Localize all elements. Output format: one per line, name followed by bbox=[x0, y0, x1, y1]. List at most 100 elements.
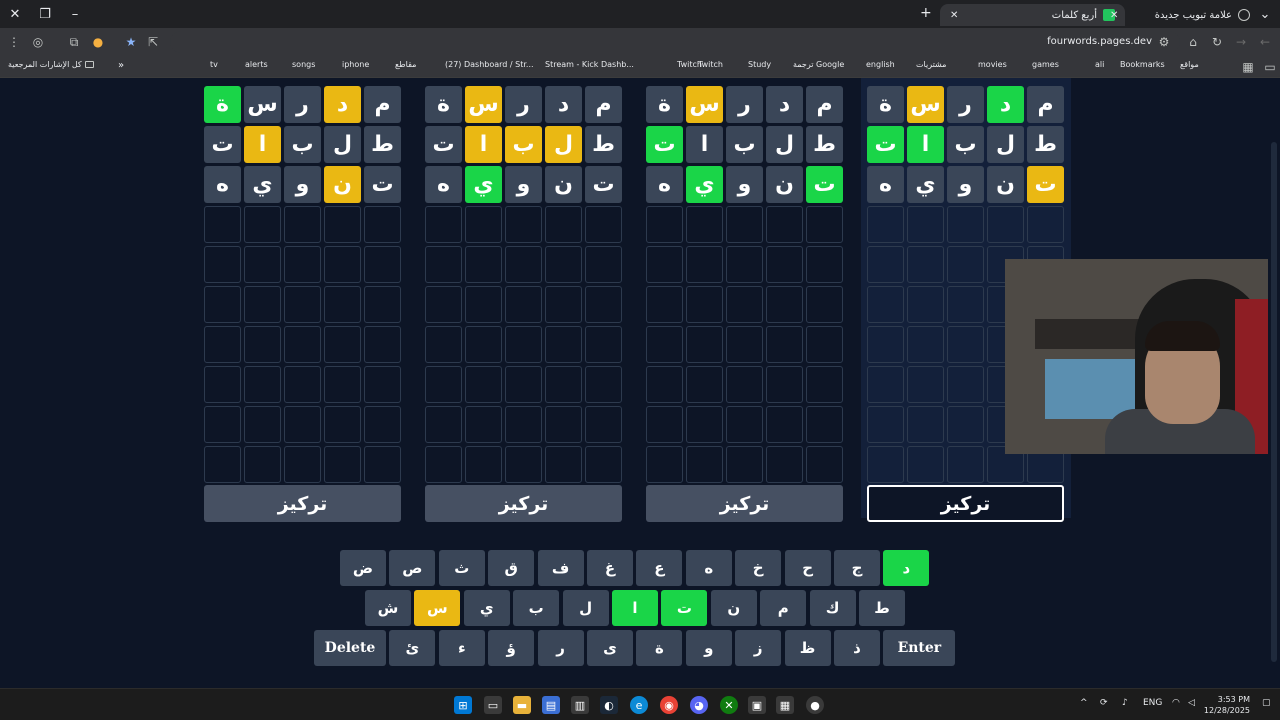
extension-icon[interactable]: ● bbox=[90, 34, 106, 50]
key[interactable]: ل bbox=[562, 590, 609, 626]
tab-search-icon[interactable]: ⌄ bbox=[1250, 0, 1280, 28]
focus-button[interactable]: تركيز bbox=[646, 485, 843, 522]
key[interactable]: ؤ bbox=[488, 630, 535, 666]
bookmark-item[interactable]: مشتريات bbox=[916, 60, 946, 69]
home-icon[interactable]: ⌂ bbox=[1185, 34, 1201, 50]
key[interactable]: ج bbox=[834, 550, 880, 586]
focus-button[interactable]: تركيز bbox=[425, 485, 622, 522]
app-icon[interactable]: ▦ bbox=[776, 696, 794, 714]
key[interactable]: ى bbox=[587, 630, 633, 666]
key[interactable]: ع bbox=[636, 550, 683, 586]
bookmark-item[interactable]: Twitch bbox=[698, 60, 723, 69]
bookmark-item[interactable]: Bookmarks bbox=[1120, 60, 1165, 69]
focus-button[interactable]: تركيز bbox=[204, 485, 401, 522]
chrome-icon[interactable]: ◉ bbox=[660, 696, 678, 714]
restore-window-button[interactable]: ❐ bbox=[30, 0, 60, 28]
share-icon[interactable]: ⇱ bbox=[145, 34, 161, 50]
key[interactable]: ز bbox=[735, 630, 782, 666]
key[interactable]: ا bbox=[612, 590, 658, 626]
clock[interactable]: 3:53 PM 12/28/2025 bbox=[1204, 694, 1250, 716]
wifi-icon[interactable]: ◠ bbox=[1172, 698, 1180, 708]
enter-key[interactable]: Enter bbox=[883, 630, 956, 666]
microphone-icon[interactable]: ♪ bbox=[1122, 698, 1128, 708]
volume-icon[interactable]: ◁ bbox=[1188, 698, 1195, 708]
bookmarks-overflow[interactable]: » bbox=[118, 60, 124, 71]
key[interactable]: غ bbox=[587, 550, 633, 586]
key[interactable]: ض bbox=[340, 550, 386, 586]
tab-new[interactable]: علامة تبويب جديدة ✕ bbox=[1100, 4, 1260, 26]
key[interactable]: ش bbox=[365, 590, 411, 626]
app-icon[interactable]: ▥ bbox=[571, 696, 589, 714]
key[interactable]: ف bbox=[537, 550, 584, 586]
xbox-icon[interactable]: ✕ bbox=[720, 696, 738, 714]
focus-button[interactable]: تركيز bbox=[867, 485, 1064, 522]
key[interactable]: ة bbox=[636, 630, 683, 666]
key[interactable]: ن bbox=[710, 590, 757, 626]
network-app-icon[interactable]: ⟳ bbox=[1100, 698, 1108, 708]
key[interactable]: ه bbox=[685, 550, 732, 586]
bookmark-item[interactable]: Stream - Kick Dashb... bbox=[545, 60, 634, 69]
back-icon[interactable]: ← bbox=[1257, 34, 1273, 50]
address-bar[interactable] bbox=[170, 31, 1180, 53]
new-tab-button[interactable]: + bbox=[920, 5, 932, 21]
bookmark-item[interactable]: english bbox=[866, 60, 895, 69]
key[interactable]: م bbox=[760, 590, 807, 626]
bookmark-star-icon[interactable]: ★ bbox=[123, 34, 139, 50]
key[interactable]: ت bbox=[661, 590, 708, 626]
key[interactable]: ق bbox=[488, 550, 535, 586]
task-view-icon[interactable]: ▭ bbox=[484, 696, 502, 714]
bookmark-item[interactable]: songs bbox=[292, 60, 315, 69]
key[interactable]: ص bbox=[389, 550, 436, 586]
key[interactable]: ب bbox=[513, 590, 560, 626]
folder-icon[interactable]: ▭ bbox=[1262, 59, 1278, 75]
bookmark-item[interactable]: alerts bbox=[245, 60, 268, 69]
key[interactable]: د bbox=[883, 550, 930, 586]
key[interactable]: س bbox=[414, 590, 461, 626]
edge-icon[interactable]: e bbox=[630, 696, 648, 714]
key[interactable]: ي bbox=[463, 590, 510, 626]
forward-icon[interactable]: → bbox=[1233, 34, 1249, 50]
reload-icon[interactable]: ↻ bbox=[1209, 34, 1225, 50]
bookmark-item[interactable]: ترجمة Google bbox=[793, 60, 844, 69]
site-settings-icon[interactable]: ⚙ bbox=[1156, 34, 1172, 50]
close-tab-icon[interactable]: ✕ bbox=[950, 10, 958, 21]
key[interactable]: خ bbox=[735, 550, 782, 586]
key[interactable]: ر bbox=[537, 630, 584, 666]
all-bookmarks[interactable]: كل الإشارات المرجعية bbox=[8, 60, 94, 69]
scroll-thumb[interactable] bbox=[1271, 142, 1277, 662]
bookmark-item[interactable]: مواقع bbox=[1180, 60, 1199, 69]
discord-icon[interactable]: ◕ bbox=[690, 696, 708, 714]
extensions-icon[interactable]: ⧉ bbox=[66, 34, 82, 50]
url-text[interactable]: fourwords.pages.dev bbox=[1047, 36, 1152, 47]
language-indicator[interactable]: ENG bbox=[1143, 698, 1162, 708]
key[interactable]: ث bbox=[438, 550, 485, 586]
page-scrollbar[interactable] bbox=[1268, 78, 1280, 688]
key[interactable]: ئ bbox=[389, 630, 436, 666]
start-icon[interactable]: ⊞ bbox=[454, 696, 472, 714]
bookmark-item[interactable]: games bbox=[1032, 60, 1059, 69]
app-icon[interactable]: ▣ bbox=[748, 696, 766, 714]
minimize-window-button[interactable]: – bbox=[60, 0, 90, 28]
key[interactable]: ح bbox=[784, 550, 831, 586]
close-window-button[interactable]: ✕ bbox=[0, 0, 30, 28]
store-icon[interactable]: ▤ bbox=[542, 696, 560, 714]
close-tab-icon[interactable]: ✕ bbox=[1110, 10, 1118, 21]
bookmark-item[interactable]: (27) Dashboard / Str... bbox=[445, 60, 534, 69]
tab-fourwords[interactable]: أربع كلمات ✕ bbox=[940, 4, 1125, 26]
file-explorer-icon[interactable]: ▬ bbox=[513, 696, 531, 714]
bookmark-item[interactable]: movies bbox=[978, 60, 1007, 69]
menu-icon[interactable]: ⋮ bbox=[6, 34, 22, 50]
key[interactable]: ء bbox=[438, 630, 485, 666]
notification-icon[interactable]: ▢ bbox=[1262, 698, 1271, 708]
key[interactable]: ط bbox=[859, 590, 905, 626]
profile-icon[interactable]: ◎ bbox=[30, 34, 46, 50]
obs-icon[interactable]: ● bbox=[806, 696, 824, 714]
key[interactable]: ظ bbox=[784, 630, 831, 666]
delete-key[interactable]: Delete bbox=[314, 630, 386, 666]
key[interactable]: ذ bbox=[834, 630, 880, 666]
apps-grid-icon[interactable]: ▦ bbox=[1240, 59, 1256, 75]
bookmark-item[interactable]: Study bbox=[748, 60, 771, 69]
bookmark-item[interactable]: مقاطع bbox=[395, 60, 416, 69]
bookmark-item[interactable]: ali bbox=[1095, 60, 1104, 69]
steam-icon[interactable]: ◐ bbox=[600, 696, 618, 714]
